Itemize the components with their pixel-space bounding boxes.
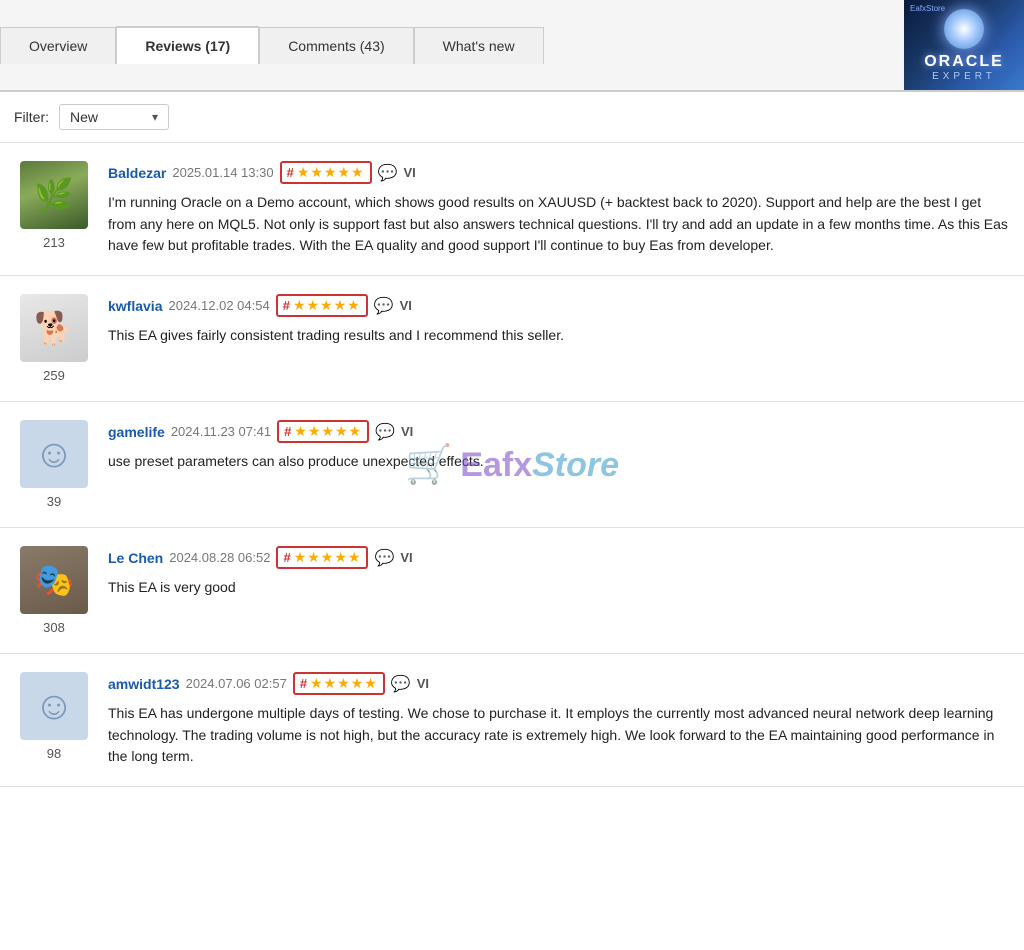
review-header: amwidt123 2024.07.06 02:57 # ★★★★★ 💬 VI bbox=[108, 672, 1010, 695]
tab-whatsnew[interactable]: What's new bbox=[414, 27, 544, 64]
avatar: ☺ bbox=[20, 420, 88, 488]
avatar-col: ☺ 39 bbox=[14, 420, 94, 509]
avatar-col: 259 bbox=[14, 294, 94, 383]
review-date: 2024.11.23 07:41 bbox=[171, 424, 271, 439]
review-text: I'm running Oracle on a Demo account, wh… bbox=[108, 192, 1010, 257]
avatar: ☺ bbox=[20, 672, 88, 740]
reviewer-name[interactable]: amwidt123 bbox=[108, 676, 180, 692]
review-card: ☺ 98 amwidt123 2024.07.06 02:57 # ★★★★★ … bbox=[0, 654, 1024, 787]
avatar-count: 308 bbox=[43, 620, 65, 635]
chat-icon: 💬 bbox=[391, 674, 411, 694]
reviewer-name[interactable]: Baldezar bbox=[108, 165, 166, 181]
reviewer-name[interactable]: Le Chen bbox=[108, 550, 163, 566]
chat-icon: 💬 bbox=[374, 548, 394, 568]
rating-hash-icon: # bbox=[284, 424, 291, 439]
logo-subtitle: EXPERT bbox=[932, 71, 996, 82]
stars: ★★★★★ bbox=[294, 549, 362, 566]
avatar bbox=[20, 294, 88, 362]
rating-hash-icon: # bbox=[300, 676, 307, 691]
avatar-col: 213 bbox=[14, 161, 94, 250]
tab-overview[interactable]: Overview bbox=[0, 27, 116, 64]
filter-value: New bbox=[70, 109, 98, 125]
user-silhouette-icon: ☺ bbox=[34, 684, 75, 729]
avatar bbox=[20, 161, 88, 229]
lang-badge: VI bbox=[400, 550, 412, 565]
lang-badge: VI bbox=[400, 298, 412, 313]
lang-badge: VI bbox=[401, 424, 413, 439]
logo-title: ORACLE bbox=[924, 53, 1004, 71]
avatar-count: 213 bbox=[43, 235, 65, 250]
lang-badge: VI bbox=[417, 676, 429, 691]
lang-badge: VI bbox=[404, 165, 416, 180]
review-card: 213 Baldezar 2025.01.14 13:30 # ★★★★★ 💬 … bbox=[0, 143, 1024, 276]
rating-hash-icon: # bbox=[283, 298, 290, 313]
review-text: use preset parameters can also produce u… bbox=[108, 451, 1010, 473]
chat-icon: 💬 bbox=[375, 422, 395, 442]
review-header: kwflavia 2024.12.02 04:54 # ★★★★★ 💬 VI bbox=[108, 294, 1010, 317]
stars: ★★★★★ bbox=[297, 164, 365, 181]
product-logo: EafxStore ORACLE EXPERT bbox=[904, 0, 1024, 90]
review-date: 2025.01.14 13:30 bbox=[172, 165, 273, 180]
user-silhouette-icon: ☺ bbox=[34, 432, 75, 477]
avatar bbox=[20, 546, 88, 614]
rating-badge: # ★★★★★ bbox=[276, 546, 368, 569]
review-date: 2024.12.02 04:54 bbox=[168, 298, 269, 313]
rating-badge: # ★★★★★ bbox=[277, 420, 369, 443]
chat-icon: 💬 bbox=[374, 296, 394, 316]
filter-dropdown[interactable]: New ▾ bbox=[59, 104, 169, 130]
stars: ★★★★★ bbox=[293, 297, 361, 314]
reviewer-name[interactable]: kwflavia bbox=[108, 298, 162, 314]
review-content: gamelife 2024.11.23 07:41 # ★★★★★ 💬 VI u… bbox=[108, 420, 1010, 473]
tab-bar: Overview Reviews (17) Comments (43) What… bbox=[0, 0, 1024, 92]
review-card: 308 Le Chen 2024.08.28 06:52 # ★★★★★ 💬 V… bbox=[0, 528, 1024, 654]
review-header: gamelife 2024.11.23 07:41 # ★★★★★ 💬 VI bbox=[108, 420, 1010, 443]
rating-badge: # ★★★★★ bbox=[276, 294, 368, 317]
tab-reviews[interactable]: Reviews (17) bbox=[116, 26, 259, 64]
avatar-count: 39 bbox=[47, 494, 61, 509]
review-text: This EA has undergone multiple days of t… bbox=[108, 703, 1010, 768]
avatar-count: 98 bbox=[47, 746, 61, 761]
review-text: This EA gives fairly consistent trading … bbox=[108, 325, 1010, 347]
filter-bar: Filter: New ▾ bbox=[0, 92, 1024, 143]
avatar-count: 259 bbox=[43, 368, 65, 383]
rating-hash-icon: # bbox=[287, 165, 294, 180]
review-content: Le Chen 2024.08.28 06:52 # ★★★★★ 💬 VI Th… bbox=[108, 546, 1010, 599]
review-card: 259 kwflavia 2024.12.02 04:54 # ★★★★★ 💬 … bbox=[0, 276, 1024, 402]
chat-icon: 💬 bbox=[378, 163, 398, 183]
filter-label: Filter: bbox=[14, 109, 49, 125]
reviews-container: 🛒 EafxStore 213 Baldezar 2025.01.14 13:3… bbox=[0, 143, 1024, 787]
review-content: kwflavia 2024.12.02 04:54 # ★★★★★ 💬 VI T… bbox=[108, 294, 1010, 347]
avatar-col: ☺ 98 bbox=[14, 672, 94, 761]
rating-hash-icon: # bbox=[283, 550, 290, 565]
rating-badge: # ★★★★★ bbox=[293, 672, 385, 695]
stars: ★★★★★ bbox=[294, 423, 362, 440]
tab-comments[interactable]: Comments (43) bbox=[259, 27, 413, 64]
rating-badge: # ★★★★★ bbox=[280, 161, 372, 184]
review-header: Le Chen 2024.08.28 06:52 # ★★★★★ 💬 VI bbox=[108, 546, 1010, 569]
review-content: Baldezar 2025.01.14 13:30 # ★★★★★ 💬 VI I… bbox=[108, 161, 1010, 257]
review-card: ☺ 39 gamelife 2024.11.23 07:41 # ★★★★★ 💬… bbox=[0, 402, 1024, 528]
review-header: Baldezar 2025.01.14 13:30 # ★★★★★ 💬 VI bbox=[108, 161, 1010, 184]
avatar-col: 308 bbox=[14, 546, 94, 635]
reviewer-name[interactable]: gamelife bbox=[108, 424, 165, 440]
logo-circle bbox=[944, 9, 984, 49]
stars: ★★★★★ bbox=[310, 675, 378, 692]
chevron-down-icon: ▾ bbox=[152, 110, 158, 124]
review-date: 2024.08.28 06:52 bbox=[169, 550, 270, 565]
review-text: This EA is very good bbox=[108, 577, 1010, 599]
brand-label: EafxStore bbox=[910, 4, 945, 13]
review-date: 2024.07.06 02:57 bbox=[186, 676, 287, 691]
review-content: amwidt123 2024.07.06 02:57 # ★★★★★ 💬 VI … bbox=[108, 672, 1010, 768]
